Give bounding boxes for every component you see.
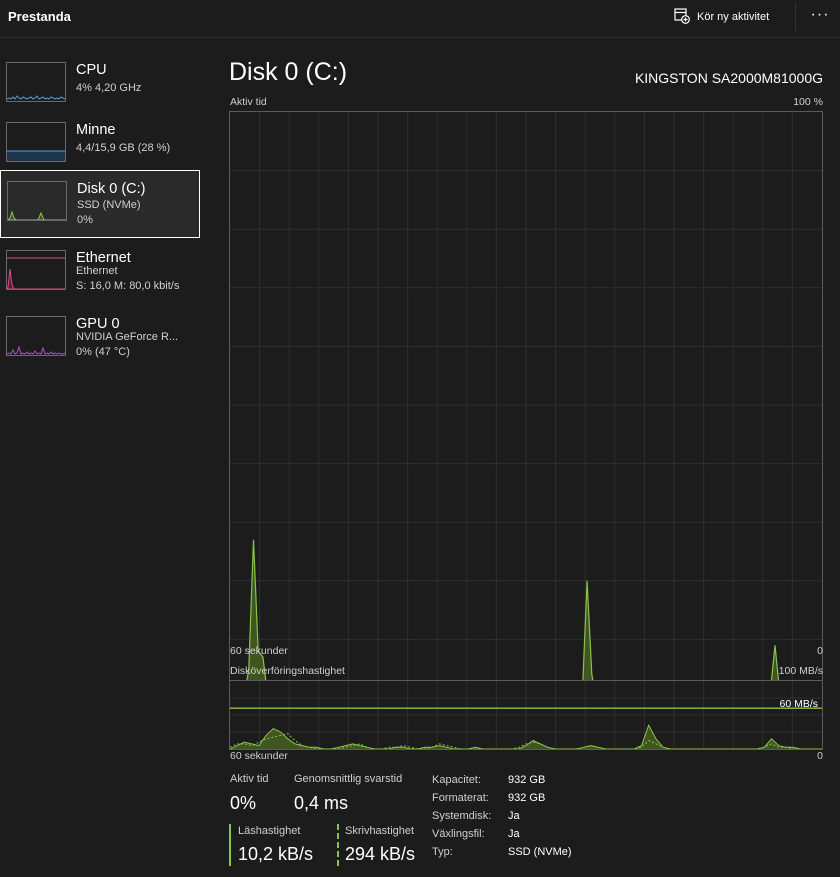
transfer-rate-chart xyxy=(230,681,822,749)
more-options-button[interactable]: ··· xyxy=(808,4,832,28)
sidebar-item-disk-0[interactable]: Disk 0 (C:) SSD (NVMe) 0% xyxy=(0,170,200,238)
avg-response-label: Genomsnittlig svarstid xyxy=(294,773,403,785)
new-task-icon xyxy=(674,7,690,27)
active-time-chart xyxy=(230,112,822,698)
active-time-grid xyxy=(230,112,822,698)
disk-thumbnail-graph xyxy=(7,181,67,221)
active-time-graph-label: Aktiv tid xyxy=(230,96,267,108)
sidebar-item-name: Minne xyxy=(76,122,116,138)
top-bar: Prestanda Kör ny aktivitet ··· xyxy=(0,0,840,38)
sidebar-item-usage: S: 16,0 M: 80,0 kbit/s xyxy=(76,280,180,292)
active-time-x-label: 60 sekunder xyxy=(230,645,288,657)
page-file-label: Växlingsfil: xyxy=(432,828,485,840)
formatted-value: 932 GB xyxy=(508,792,546,804)
sidebar-item-ethernet[interactable]: Ethernet Ethernet S: 16,0 M: 80,0 kbit/s xyxy=(0,240,200,308)
cpu-sparkline xyxy=(7,95,65,100)
disk-model: KINGSTON SA2000M81000G xyxy=(634,70,823,86)
ethernet-thumbnail-graph xyxy=(6,250,66,290)
sidebar-item-name: Ethernet xyxy=(76,250,131,266)
sidebar-item-usage: 0% (47 °C) xyxy=(76,346,130,358)
sidebar-item-name: CPU xyxy=(76,62,107,78)
write-speed-value: 294 kB/s xyxy=(345,844,416,864)
type-value: SSD (NVMe) xyxy=(508,846,572,858)
transfer-graph-label: Disköverföringshastighet xyxy=(230,665,345,677)
gpu-thumbnail-graph xyxy=(6,316,66,356)
read-speed-label: Läshastighet xyxy=(238,825,301,837)
sidebar-item-detail: 4% 4,20 GHz xyxy=(76,82,142,94)
toolbar-separator xyxy=(795,3,796,31)
cpu-thumbnail-graph xyxy=(6,62,66,102)
capacity-label: Kapacitet: xyxy=(432,774,481,786)
sidebar-item-detail: 4,4/15,9 GB (28 %) xyxy=(76,142,171,154)
sidebar-item-cpu[interactable]: CPU 4% 4,20 GHz xyxy=(0,52,200,120)
transfer-max-label: 100 MB/s xyxy=(778,665,823,677)
active-time-max-label: 100 % xyxy=(793,96,823,108)
formatted-label: Formaterat: xyxy=(432,792,489,804)
write-speed-label: Skrivhastighet xyxy=(345,825,415,837)
sidebar-item-name: Disk 0 (C:) xyxy=(77,181,146,197)
disk-title: Disk 0 (C:) xyxy=(229,58,348,86)
run-new-task-label: Kör ny aktivitet xyxy=(697,11,770,23)
disk-sparkline xyxy=(8,210,66,220)
sidebar-item-gpu-0[interactable]: GPU 0 NVIDIA GeForce R... 0% (47 °C) xyxy=(0,306,200,374)
transfer-line-label: 60 MB/s xyxy=(779,698,818,710)
sidebar-item-name: GPU 0 xyxy=(76,316,120,332)
read-speed-value: 10,2 kB/s xyxy=(238,844,314,864)
sidebar-item-detail: SSD (NVMe) xyxy=(77,199,141,211)
transfer-grid xyxy=(230,681,822,749)
active-time-stat-label: Aktiv tid xyxy=(230,773,269,785)
ethernet-sparkline xyxy=(7,257,65,289)
system-disk-value: Ja xyxy=(508,810,520,822)
write-speed-indicator xyxy=(337,824,339,866)
sidebar-item-detail: Ethernet xyxy=(76,265,118,277)
memory-thumbnail-graph xyxy=(6,122,66,162)
memory-sparkline xyxy=(7,150,65,161)
transfer-rate-graph: 60 MB/s xyxy=(229,680,823,750)
active-time-stat-value: 0% xyxy=(230,793,257,813)
gpu-sparkline xyxy=(7,345,65,355)
capacity-value: 932 GB xyxy=(508,774,546,786)
active-time-graph xyxy=(229,111,823,699)
read-speed-indicator xyxy=(229,824,231,866)
transfer-min-label: 0 xyxy=(817,750,823,762)
avg-response-value: 0,4 ms xyxy=(294,793,349,813)
active-time-min-label: 0 xyxy=(817,645,823,657)
sidebar-item-usage: 0% xyxy=(77,214,93,226)
type-label: Typ: xyxy=(432,846,453,858)
sidebar-item-detail: NVIDIA GeForce R... xyxy=(76,331,179,343)
transfer-x-label: 60 sekunder xyxy=(230,750,288,762)
page-title: Prestanda xyxy=(8,9,71,24)
system-disk-label: Systemdisk: xyxy=(432,810,492,822)
run-new-task-button[interactable]: Kör ny aktivitet xyxy=(674,6,769,28)
page-file-value: Ja xyxy=(508,828,520,840)
